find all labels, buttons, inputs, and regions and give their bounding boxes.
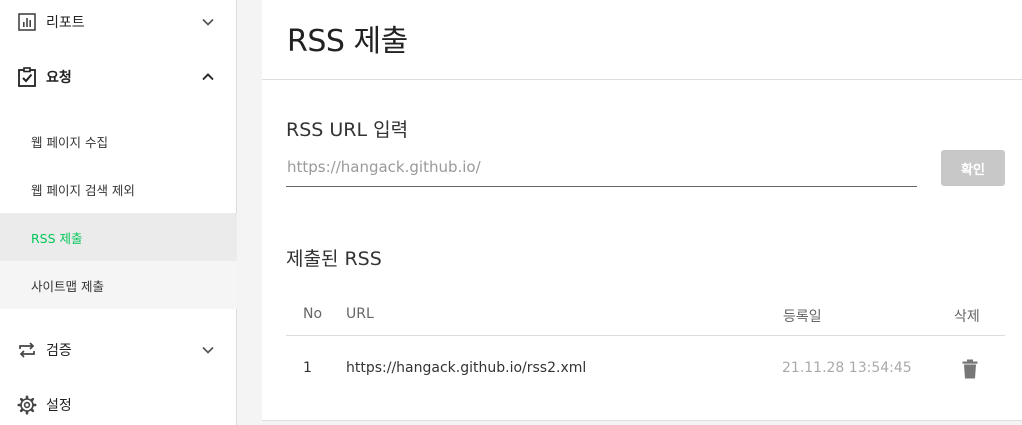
column-header-url: URL (346, 306, 374, 322)
chevron-down-icon[interactable] (200, 14, 216, 30)
row-no: 1 (303, 360, 312, 376)
chevron-down-icon[interactable] (200, 342, 216, 358)
sidebar-group-label: 리포트 (46, 15, 85, 31)
sidebar-group-settings[interactable]: 설정 (0, 383, 237, 425)
rss-panel: RSS URL 입력 확인 제출된 RSS No URL 등록일 삭제 1 ht… (262, 80, 1022, 421)
row-url: https://hangack.github.io/rss2.xml (346, 360, 587, 376)
table-header: No URL 등록일 삭제 (286, 290, 1005, 336)
sidebar-group-request[interactable]: 요청 (0, 55, 237, 99)
gear-icon (17, 395, 37, 415)
row-date: 21.11.28 13:54:45 (782, 360, 912, 376)
column-header-no: No (303, 306, 323, 322)
trash-icon[interactable] (961, 359, 979, 379)
chevron-up-icon[interactable] (200, 69, 216, 85)
submitted-rss-title: 제출된 RSS (286, 248, 382, 270)
clipboard-check-icon (18, 67, 36, 87)
sidebar: 리포트 요청 웹 페이지 수집 웹 페이지 검색 제외 RSS 제출 사이트맵 … (0, 0, 237, 425)
bar-chart-icon (18, 13, 36, 31)
table-row: 1 https://hangack.github.io/rss2.xml 21.… (286, 336, 1005, 402)
rss-input-section-title: RSS URL 입력 (286, 119, 409, 141)
page-header: RSS 제출 (262, 0, 1022, 80)
sync-arrows-icon (19, 342, 35, 358)
sidebar-item-web-collect[interactable]: 웹 페이지 수집 (0, 117, 237, 165)
sidebar-group-verify[interactable]: 검증 (0, 328, 237, 372)
confirm-button[interactable]: 확인 (941, 150, 1005, 186)
sidebar-group-label: 검증 (46, 343, 72, 359)
sidebar-group-label: 요청 (46, 70, 72, 86)
page-title: RSS 제출 (287, 24, 408, 59)
rss-url-input[interactable] (286, 152, 917, 187)
sidebar-item-rss-submit[interactable]: RSS 제출 (0, 213, 237, 261)
column-header-delete: 삭제 (954, 309, 980, 325)
sidebar-group-label: 설정 (46, 398, 72, 414)
sidebar-group-report[interactable]: 리포트 (0, 0, 237, 44)
column-header-date: 등록일 (783, 309, 822, 325)
sidebar-item-web-exclude[interactable]: 웹 페이지 검색 제외 (0, 165, 237, 213)
sidebar-item-sitemap-submit[interactable]: 사이트맵 제출 (0, 261, 237, 309)
